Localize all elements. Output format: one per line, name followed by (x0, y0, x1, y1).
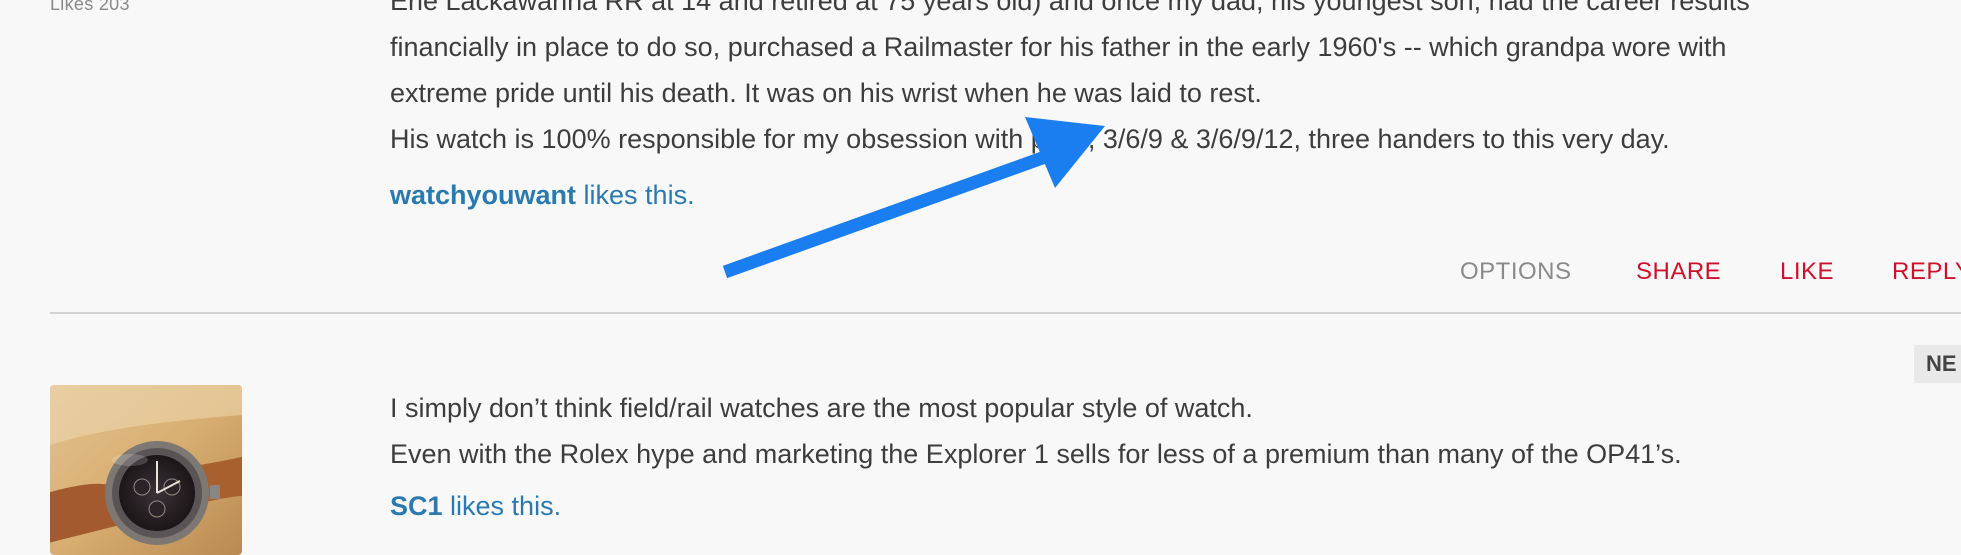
likes-suffix-text: likes this. (576, 180, 695, 210)
reply-button[interactable]: REPLY (1892, 258, 1961, 286)
options-button[interactable]: OPTIONS (1460, 258, 1572, 286)
like-button[interactable]: LIKE (1780, 258, 1834, 286)
likes-summary: watchyouwant likes this. (390, 180, 695, 211)
author-likes-count: Likes 203 (50, 0, 130, 14)
watch-photo-image (50, 385, 242, 555)
likes-summary: SC1 likes this. (390, 491, 561, 522)
post-text-line: I simply don’t think field/rail watches … (390, 393, 1253, 423)
liker-username-link[interactable]: SC1 (390, 491, 443, 521)
avatar[interactable] (50, 385, 242, 555)
post-text-line: Erie Lackawanna RR at 14 and retired at … (390, 0, 1750, 16)
post-body: I simply don’t think field/rail watches … (390, 385, 1930, 477)
liker-username-link[interactable]: watchyouwant (390, 180, 576, 210)
post-text-line: Even with the Rolex hype and marketing t… (390, 439, 1682, 469)
post-divider (50, 312, 1961, 314)
new-badge: NE (1914, 345, 1961, 383)
post-text-line: extreme pride until his death. It was on… (390, 78, 1262, 108)
post-body: Erie Lackawanna RR at 14 and retired at … (390, 0, 1930, 162)
likes-suffix-text: likes this. (442, 491, 562, 521)
post-text-line: financially in place to do so, purchased… (390, 32, 1727, 62)
post-text-line: His watch is 100% responsible for my obs… (390, 124, 1670, 154)
share-button[interactable]: SHARE (1636, 258, 1721, 286)
